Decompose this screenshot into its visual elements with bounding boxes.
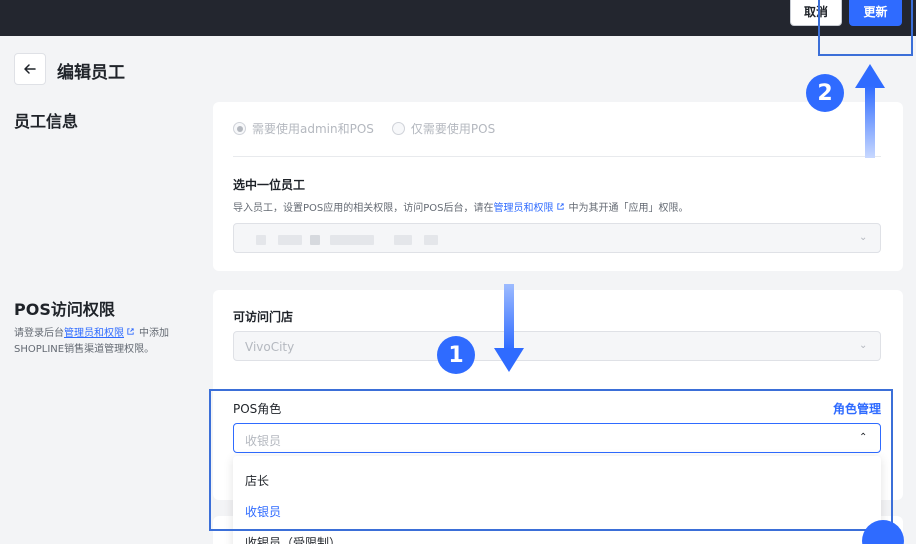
redacted-text — [278, 235, 302, 245]
staff-hint-prefix: 导入员工，设置POS应用的相关权限，访问POS后台，请在 — [233, 203, 494, 214]
staff-hint: 导入员工，设置POS应用的相关权限，访问POS后台，请在管理员和权限 中为其开通「… — [233, 199, 689, 214]
back-button[interactable] — [14, 53, 46, 85]
store-select[interactable]: VivoCity ⌄ — [233, 331, 881, 361]
redacted-text — [310, 235, 320, 245]
pos-access-description: 请登录后台管理员和权限 中添加SHOPLINE销售渠道管理权限。 — [14, 326, 194, 358]
external-link-icon — [127, 328, 134, 335]
redacted-text — [394, 235, 412, 245]
usage-radio-group: 需要使用admin和POS 仅需要使用POS — [233, 120, 513, 137]
section-title-staff-info: 员工信息 — [14, 112, 79, 131]
annotation-highlight-role — [209, 389, 893, 531]
staff-hint-suffix: 中为其开通「应用」权限。 — [568, 203, 689, 214]
redacted-text — [330, 235, 374, 245]
staff-select[interactable]: ⌄ — [233, 223, 881, 253]
select-staff-label: 选中一位员工 — [233, 178, 306, 192]
step-badge-1: 1 — [437, 336, 475, 374]
external-link-icon — [556, 203, 564, 210]
radio-pos-only[interactable] — [391, 122, 405, 135]
annotation-highlight-update — [818, 0, 913, 56]
page-title: 编辑员工 — [57, 63, 125, 83]
radio-admin-pos[interactable] — [233, 122, 246, 135]
step-badge-2: 2 — [806, 74, 844, 112]
admin-permissions-link[interactable]: 管理员和权限 — [494, 203, 554, 214]
chevron-down-icon: ⌄ — [859, 232, 868, 243]
top-bar: 取消 更新 — [0, 0, 916, 36]
redacted-text — [256, 235, 266, 245]
pos-desc-prefix: 请登录后台 — [14, 328, 64, 339]
chevron-down-icon: ⌄ — [859, 340, 868, 351]
radio-admin-pos-label: 需要使用admin和POS — [252, 122, 374, 136]
redacted-text — [424, 235, 438, 245]
radio-pos-only-label: 仅需要使用POS — [410, 122, 496, 136]
arrow-left-icon — [24, 64, 36, 74]
store-select-value: VivoCity — [245, 340, 295, 354]
pos-admin-permissions-link[interactable]: 管理员和权限 — [64, 328, 124, 339]
arrow-down-annotation-icon — [494, 284, 524, 372]
store-label: 可访问门店 — [233, 310, 294, 324]
section-title-pos-access: POS访问权限 — [14, 300, 115, 319]
role-option[interactable]: 收银员（受限制） — [245, 534, 341, 544]
arrow-up-annotation-icon — [855, 64, 885, 158]
staff-info-card: 需要使用admin和POS 仅需要使用POS 选中一位员工 导入员工，设置POS… — [213, 102, 903, 271]
divider — [233, 156, 881, 157]
